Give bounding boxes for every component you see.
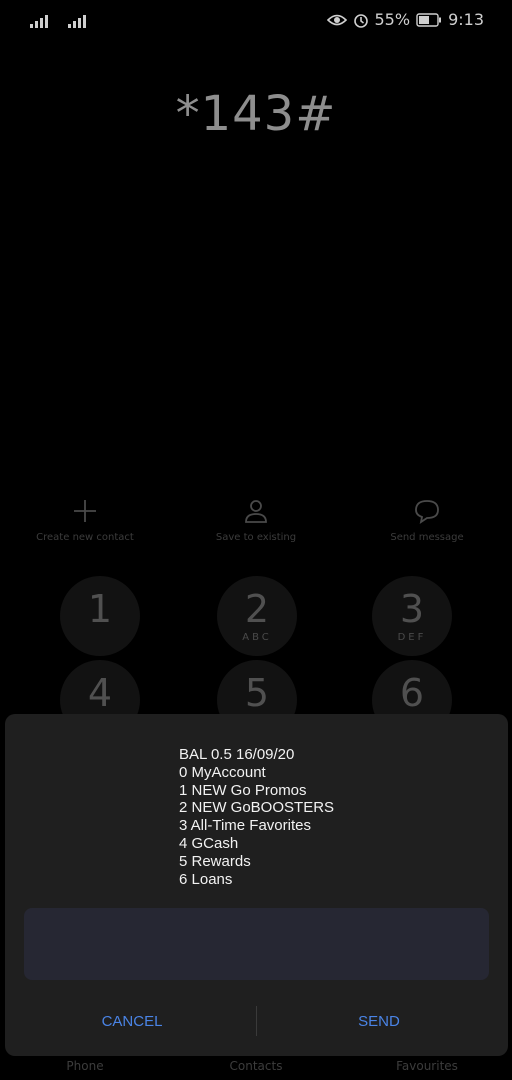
key-digit: 4	[87, 671, 113, 715]
key-1[interactable]: 1	[60, 576, 140, 656]
action-label: Save to existing	[215, 532, 297, 543]
send-message-action[interactable]: Send message	[342, 498, 512, 543]
alarm-icon	[353, 12, 369, 28]
action-label: Create new contact	[36, 532, 134, 543]
person-icon	[245, 500, 267, 523]
plus-icon	[74, 500, 96, 522]
battery-icon	[416, 12, 442, 27]
key-letters: ABC	[242, 632, 272, 643]
key-digit: 1	[87, 587, 113, 631]
eye-comfort-icon	[326, 13, 347, 27]
status-bar: 55% 9:13	[0, 0, 512, 44]
phone-screen: 55% 9:13 *143# Create new contact Save t…	[0, 0, 512, 1080]
message-icon	[415, 500, 439, 524]
ussd-reply-input[interactable]	[24, 908, 489, 980]
dialed-number[interactable]: *143#	[0, 86, 512, 142]
button-divider	[256, 1006, 257, 1036]
ussd-dialog: BAL 0.5 16/09/20 0 MyAccount 1 NEW Go Pr…	[5, 714, 508, 1056]
ussd-message: BAL 0.5 16/09/20 0 MyAccount 1 NEW Go Pr…	[179, 746, 335, 888]
action-label: Send message	[390, 532, 464, 543]
key-digit: 2	[244, 587, 270, 631]
nav-contacts[interactable]: Contacts	[171, 1059, 341, 1073]
signal-icon	[30, 12, 48, 28]
clock-time: 9:13	[448, 10, 484, 29]
key-digit: 5	[244, 671, 270, 715]
key-letters: DEF	[397, 632, 427, 643]
send-button[interactable]: SEND	[279, 1004, 479, 1040]
key-2[interactable]: 2 ABC	[217, 576, 297, 656]
nav-favourites[interactable]: Favourites	[342, 1059, 512, 1073]
nav-phone[interactable]: Phone	[0, 1059, 170, 1073]
signal-icon	[68, 12, 86, 28]
key-digit: 3	[399, 587, 425, 631]
key-digit: 6	[399, 671, 425, 715]
cancel-button[interactable]: CANCEL	[32, 1004, 232, 1040]
battery-percent: 55%	[374, 10, 411, 29]
status-icons: 55% 9:13	[326, 10, 484, 29]
key-3[interactable]: 3 DEF	[372, 576, 452, 656]
create-new-contact-action[interactable]: Create new contact	[0, 498, 170, 543]
save-to-existing-action[interactable]: Save to existing	[171, 498, 341, 543]
